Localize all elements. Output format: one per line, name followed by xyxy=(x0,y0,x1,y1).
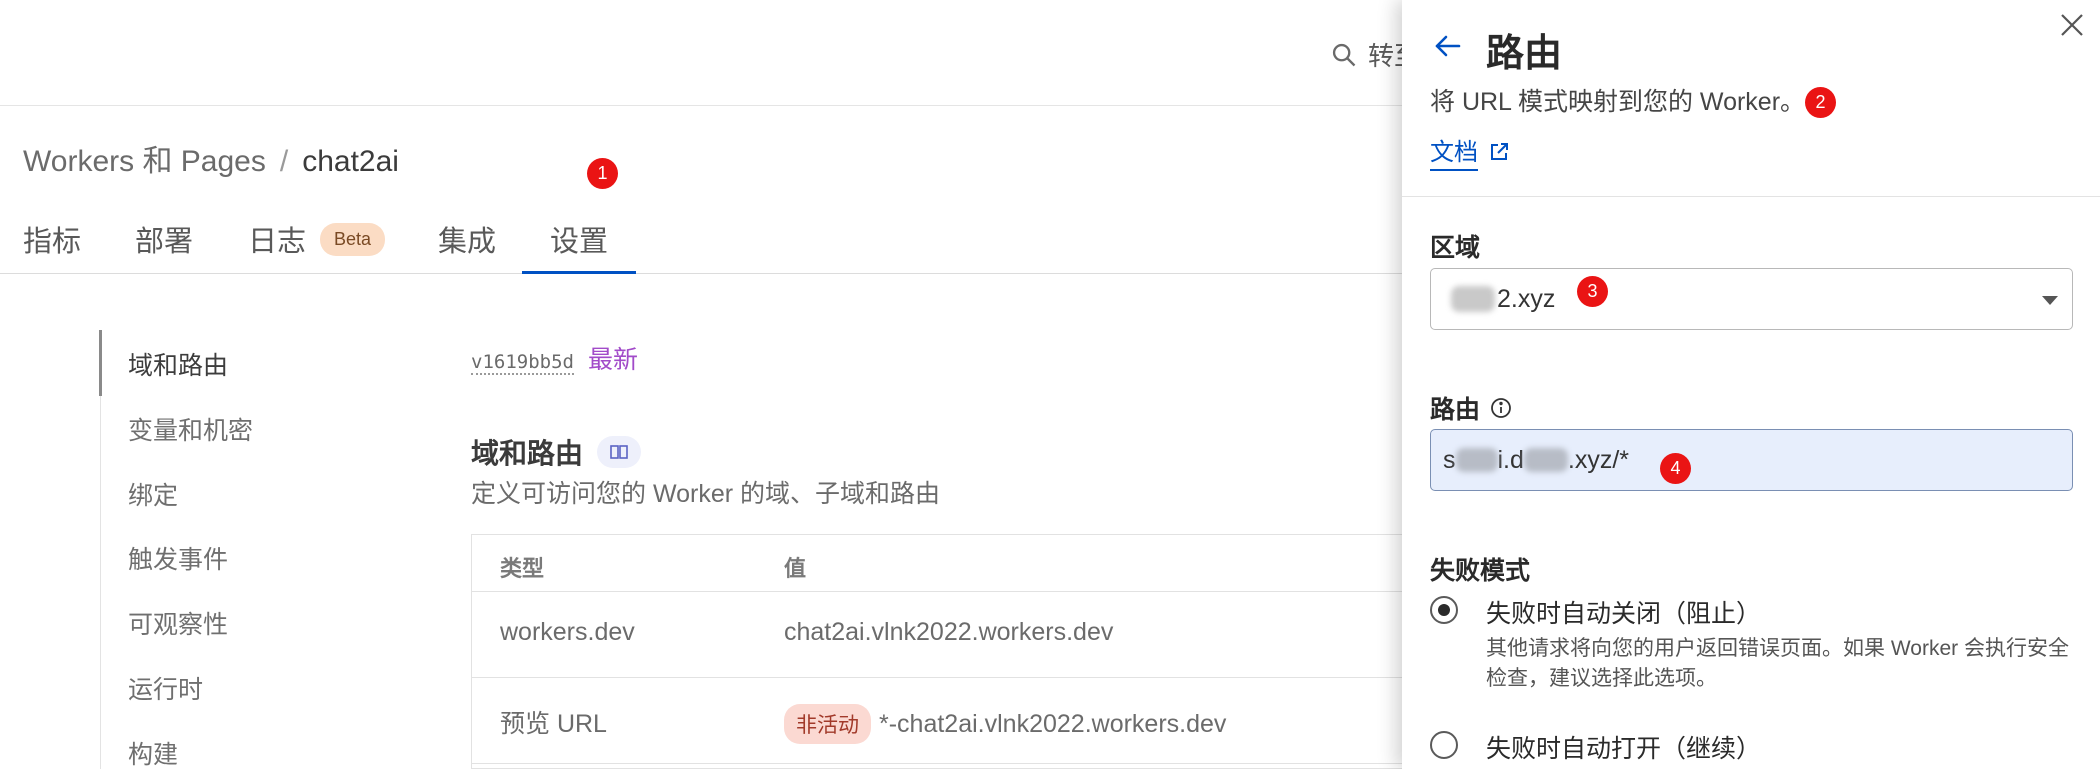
annotation-badge-1: 1 xyxy=(587,158,618,189)
beta-badge: Beta xyxy=(320,222,386,256)
row-value[interactable]: *-chat2ai.vlnk2022.workers.dev xyxy=(879,710,1226,739)
sidebar-item-variables-secrets[interactable]: 变量和机密 xyxy=(128,411,253,447)
domains-table: 类型 值 workers.dev chat2ai.vlnk2022.worker… xyxy=(471,534,1431,769)
book-icon xyxy=(610,445,628,459)
column-header-type: 类型 xyxy=(500,556,545,581)
version-latest-tag: 最新 xyxy=(587,346,638,374)
sidebar-item-build[interactable]: 构建 xyxy=(128,735,178,769)
inactive-badge: 非活动 xyxy=(784,704,871,744)
section-title-text: 域和路由 xyxy=(471,438,584,469)
route-value-end: .xyz/* xyxy=(1567,445,1630,474)
sidebar-item-triggers[interactable]: 触发事件 xyxy=(128,540,228,576)
tab-integrations[interactable]: 集成 xyxy=(438,214,496,264)
external-link-icon xyxy=(1491,142,1508,160)
redacted-blur xyxy=(1455,448,1498,472)
drawer-subtitle: 将 URL 模式映射到您的 Worker。 xyxy=(1430,88,1806,116)
row-value-cell: 非活动 *-chat2ai.vlnk2022.workers.dev xyxy=(784,704,1226,744)
radio-description: 其他请求将向您的用户返回错误页面。如果 Worker 会执行安全检查，建议选择此… xyxy=(1486,637,2069,690)
tab-settings[interactable]: 设置 xyxy=(521,214,637,274)
column-header-value: 值 xyxy=(784,556,807,581)
radio-label: 失败时自动关闭（阻止） xyxy=(1486,600,1762,628)
sidebar-divider xyxy=(100,396,101,769)
zone-label: 区域 xyxy=(1430,234,1481,262)
tab-deployments[interactable]: 部署 xyxy=(135,214,193,264)
row-type: workers.dev xyxy=(500,618,635,646)
failure-mode-option-closed[interactable]: 失败时自动关闭（阻止） xyxy=(1430,594,1761,630)
info-icon[interactable] xyxy=(1490,397,1512,419)
tab-label: 部署 xyxy=(135,226,194,258)
drawer-divider xyxy=(1402,196,2100,197)
radio-button[interactable] xyxy=(1430,731,1458,759)
sidebar-item-observability[interactable]: 可观察性 xyxy=(128,605,228,641)
route-value-mid: i.d xyxy=(1497,445,1524,474)
table-header: 类型 值 xyxy=(472,535,1431,592)
table-row: workers.dev chat2ai.vlnk2022.workers.dev xyxy=(472,592,1431,678)
sidebar-item-domains-routes[interactable]: 域和路由 xyxy=(128,346,228,382)
annotation-badge-4: 4 xyxy=(1660,453,1691,484)
docs-link-label: 文档 xyxy=(1430,132,1478,171)
section-description: 定义可访问您的 Worker 的域、子域和路由 xyxy=(471,480,940,508)
sidebar-item-runtime[interactable]: 运行时 xyxy=(128,670,203,706)
close-icon[interactable] xyxy=(2057,10,2087,40)
table-row: 预览 URL 非活动 *-chat2ai.vlnk2022.workers.de… xyxy=(472,678,1431,764)
tab-label: 设置 xyxy=(550,226,609,258)
sidebar-item-bindings[interactable]: 绑定 xyxy=(128,476,178,512)
breadcrumb-current: chat2ai xyxy=(302,145,399,178)
breadcrumb-root[interactable]: Workers 和 Pages xyxy=(23,136,266,180)
tab-bar: 指标 部署 日志 Beta 集成 设置 xyxy=(0,206,1402,274)
redacted-blur xyxy=(1523,448,1568,472)
row-value[interactable]: chat2ai.vlnk2022.workers.dev xyxy=(784,618,1113,647)
zone-select-value: 2.xyz xyxy=(1497,284,1556,313)
drawer-title: 路由 xyxy=(1486,33,1563,75)
annotation-badge-2: 2 xyxy=(1805,87,1836,118)
radio-button[interactable] xyxy=(1430,596,1458,624)
chevron-down-icon xyxy=(2042,296,2058,305)
route-input[interactable]: s i.d .xyz/* xyxy=(1430,429,2073,491)
tab-logs[interactable]: 日志 Beta xyxy=(248,214,386,264)
route-value-start: s xyxy=(1443,445,1456,474)
row-type: 预览 URL xyxy=(500,710,607,738)
zone-select[interactable]: 2.xyz xyxy=(1430,268,2073,330)
failure-mode-label: 失败模式 xyxy=(1430,557,1531,585)
tab-label: 集成 xyxy=(438,226,497,258)
tab-label: 指标 xyxy=(23,226,82,258)
radio-label: 失败时自动打开（继续） xyxy=(1486,735,1762,763)
back-arrow-icon[interactable] xyxy=(1432,30,1464,62)
breadcrumb-separator: / xyxy=(279,145,289,178)
sidebar-active-indicator xyxy=(99,330,102,396)
section-title: 域和路由 xyxy=(471,432,642,472)
search-icon xyxy=(1332,43,1356,66)
annotation-badge-3: 3 xyxy=(1577,276,1608,307)
failure-mode-option-open[interactable]: 失败时自动打开（继续） xyxy=(1430,729,1761,765)
breadcrumb: Workers 和 Pages / chat2ai xyxy=(23,136,399,180)
redacted-blur xyxy=(1451,286,1495,312)
route-drawer: 路由 将 URL 模式映射到您的 Worker。 2 文档 区域 2.xyz 3… xyxy=(1402,0,2100,769)
route-label-text: 路由 xyxy=(1430,396,1481,424)
route-label: 路由 xyxy=(1430,390,1512,426)
tab-metrics[interactable]: 指标 xyxy=(23,214,81,264)
row-value-cell: chat2ai.vlnk2022.workers.dev xyxy=(784,618,1113,647)
docs-link[interactable]: 文档 xyxy=(1430,132,1510,171)
tab-label: 日志 xyxy=(248,226,307,258)
version-hash[interactable]: v1619bb5d xyxy=(471,351,574,375)
version-info: v1619bb5d 最新 xyxy=(471,340,638,376)
docs-book-button[interactable] xyxy=(597,436,642,468)
